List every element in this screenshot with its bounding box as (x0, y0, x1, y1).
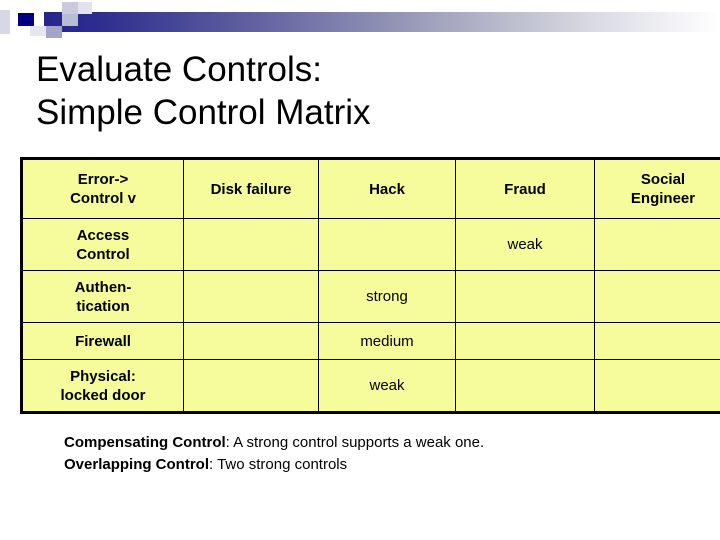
column-header-social-engineer: Social Engineer (594, 158, 720, 219)
decorative-square-lavender-bottom (46, 26, 62, 38)
cell-firewall-fraud (455, 322, 595, 360)
row-header-physical-locked-door: Physical: locked door (21, 359, 184, 413)
column-header-social-engineer-line-2: Engineer (630, 190, 696, 207)
column-header-disk-failure: Disk failure (183, 158, 319, 219)
table-row: Physical: locked door weak (21, 359, 720, 413)
decorative-square-light-left (0, 10, 10, 34)
cell-firewall-hack: medium (318, 322, 456, 360)
cell-physical-hack: weak (318, 359, 456, 413)
row-header-firewall: Firewall (21, 322, 184, 360)
cell-authentication-fraud (455, 270, 595, 323)
note-compensating-control-text: : A strong control supports a weak one. (225, 434, 485, 451)
corner-header-cell: Error-> Control v (21, 158, 184, 219)
title-line-2: Simple Control Matrix (36, 93, 371, 132)
cell-authentication-disk-failure (183, 270, 319, 323)
row-header-line-2: tication (76, 297, 130, 315)
decorative-square-pale (30, 26, 46, 36)
control-matrix-table: Error-> Control v Disk failure Hack Frau… (20, 157, 720, 414)
column-header-hack: Hack (318, 158, 456, 219)
table-row: Access Control weak (21, 218, 720, 271)
row-header-line-1: Access (76, 226, 130, 244)
note-overlapping-control-lead: Overlapping Control (64, 456, 210, 473)
banner-gradient-bar (44, 12, 720, 32)
column-header-fraud: Fraud (455, 158, 595, 219)
title-line-1: Evaluate Controls: (36, 50, 322, 89)
row-header-access-control: Access Control (21, 218, 184, 271)
cell-access-control-fraud: weak (455, 218, 595, 271)
row-header-line-1: Firewall (75, 332, 131, 350)
column-header-social-engineer-line-1: Social (640, 171, 686, 188)
row-header-line-1: Authen- (74, 278, 132, 296)
cell-firewall-social-engineer (594, 322, 720, 360)
note-overlapping-control: Overlapping Control: Two strong controls (64, 454, 684, 476)
decorative-square-pale-right (78, 2, 92, 14)
header-banner (0, 0, 720, 46)
row-header-line-1: Physical: (70, 367, 136, 385)
slide-title: Evaluate Controls: Simple Control Matrix (36, 48, 676, 134)
note-compensating-control-lead: Compensating Control (64, 434, 226, 451)
cell-access-control-social-engineer (594, 218, 720, 271)
row-header-line-2: locked door (60, 386, 146, 404)
table-row: Firewall medium (21, 322, 720, 360)
cell-access-control-disk-failure (183, 218, 319, 271)
cell-physical-fraud (455, 359, 595, 413)
table-row: Authen- tication strong (21, 270, 720, 323)
cell-physical-disk-failure (183, 359, 319, 413)
note-overlapping-control-text: : Two strong controls (209, 456, 348, 473)
cell-authentication-hack: strong (318, 270, 456, 323)
footer-notes: Compensating Control: A strong control s… (64, 432, 684, 476)
cell-access-control-hack (318, 218, 456, 271)
decorative-square-navy (18, 13, 34, 26)
table-header-row: Error-> Control v Disk failure Hack Frau… (21, 158, 720, 219)
corner-header-line-2: Control v (70, 190, 136, 207)
cell-firewall-disk-failure (183, 322, 319, 360)
decorative-square-lavender-mid (62, 14, 78, 26)
row-header-line-2: Control (76, 245, 130, 263)
cell-authentication-social-engineer (594, 270, 720, 323)
cell-physical-social-engineer (594, 359, 720, 413)
decorative-square-lavender-top (62, 2, 78, 14)
control-matrix-container: Error-> Control v Disk failure Hack Frau… (20, 157, 720, 414)
row-header-authentication: Authen- tication (21, 270, 184, 323)
corner-header-line-1: Error-> (77, 171, 129, 188)
note-compensating-control: Compensating Control: A strong control s… (64, 432, 684, 454)
